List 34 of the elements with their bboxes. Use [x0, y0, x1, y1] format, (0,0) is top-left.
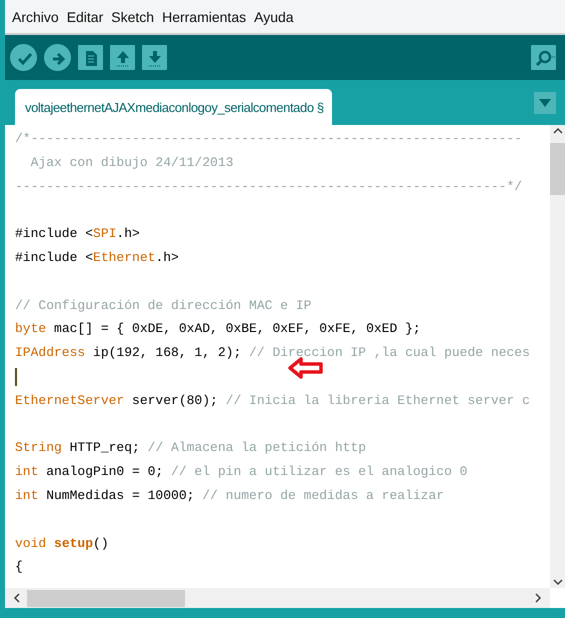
- file-tab[interactable]: voltajeethernetAJAXmediaconlogoy_serialcomentado §: [15, 89, 332, 125]
- code-line: #include <Ethernet.h>: [15, 248, 179, 267]
- code-line: void setup(): [15, 534, 109, 553]
- code-line: byte mac[] = { 0xDE, 0xAD, 0xBE, 0xEF, 0xFE, 0xED };: [15, 320, 421, 338]
- horizontal-scrollbar[interactable]: [5, 588, 550, 608]
- arrow-annotation-icon: [287, 357, 324, 379]
- menu-item[interactable]: Herramientas: [159, 6, 250, 26]
- dropdown-triangle-icon: [539, 98, 551, 106]
- text-cursor: [15, 368, 16, 386]
- upload-button[interactable]: [44, 44, 71, 71]
- code-line: EthernetServer server(80); // Inicia la libreria Ethernet server c: [15, 392, 530, 410]
- code-line: ---------------------------------------------------------------*/: [15, 178, 522, 196]
- menu-item[interactable]: Archivo: [9, 6, 62, 26]
- code-line: {: [15, 558, 23, 576]
- code-line: Ajax con dibujo 24/11/2013: [30, 154, 234, 172]
- save-button[interactable]: [142, 45, 167, 70]
- code-line: IPAddress ip(192, 168, 1, 2); // Direccion IP ,la cual puede neces: [15, 344, 530, 362]
- scroll-thumb[interactable]: [550, 143, 565, 195]
- scroll-thumb[interactable]: [27, 590, 185, 606]
- code-line: String HTTP_req; // Almacena la petición http: [15, 439, 366, 458]
- menu-item[interactable]: Editar: [64, 6, 106, 26]
- open-button[interactable]: [110, 45, 135, 70]
- new-button[interactable]: [78, 45, 103, 70]
- code-line: int analogPin0 = 0; // el pin a utilizar es el analogico 0: [15, 463, 468, 482]
- vertical-scrollbar[interactable]: [550, 125, 565, 588]
- code-line: int NumMedidas = 10000; // numero de medidas a realizar: [15, 486, 444, 505]
- tab-menu-button[interactable]: [534, 92, 556, 114]
- serial-monitor-button[interactable]: [531, 45, 556, 70]
- code-line: /*---------------------------------------------------------------: [15, 130, 522, 148]
- code-line: // Configuración de dirección MAC e IP: [15, 296, 312, 315]
- menu-item[interactable]: Ayuda: [251, 6, 297, 26]
- verify-button[interactable]: [10, 44, 37, 71]
- menu-item[interactable]: Sketch: [108, 6, 158, 26]
- code-line: #include <SPI.h>: [15, 225, 140, 244]
